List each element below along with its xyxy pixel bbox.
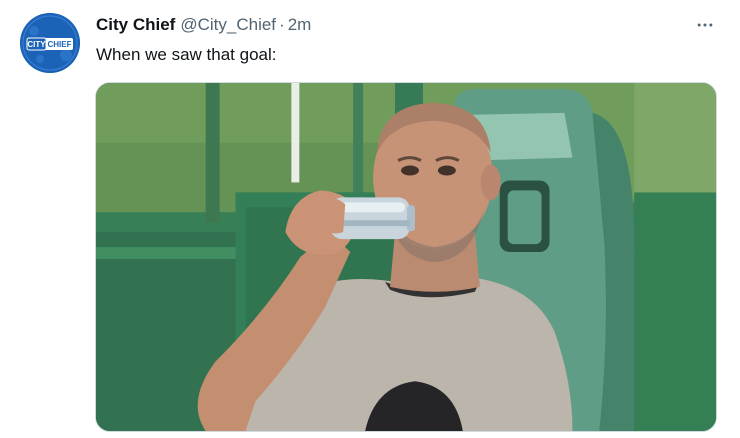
tweet-card[interactable]: CITY CHIEF City Chief @City_Chief · 2m W…	[0, 0, 740, 438]
separator-dot: ·	[279, 15, 285, 34]
author-handle[interactable]: @City_Chief	[180, 14, 276, 36]
author-display-name[interactable]: City Chief	[96, 14, 175, 36]
photo-illustration	[96, 83, 716, 431]
tweet-media-photo[interactable]	[95, 82, 717, 432]
tweet-text: When we saw that goal:	[96, 45, 277, 64]
more-options-button[interactable]	[690, 10, 720, 40]
svg-text:CITY: CITY	[27, 40, 46, 49]
tweet-header: City Chief @City_Chief · 2m	[96, 14, 311, 36]
avatar[interactable]: CITY CHIEF	[20, 13, 80, 73]
more-horizontal-icon	[697, 23, 713, 27]
tweet-timestamp[interactable]: 2m	[288, 14, 312, 36]
svg-text:CHIEF: CHIEF	[48, 40, 72, 49]
avatar-logo: CITY CHIEF	[20, 13, 80, 73]
